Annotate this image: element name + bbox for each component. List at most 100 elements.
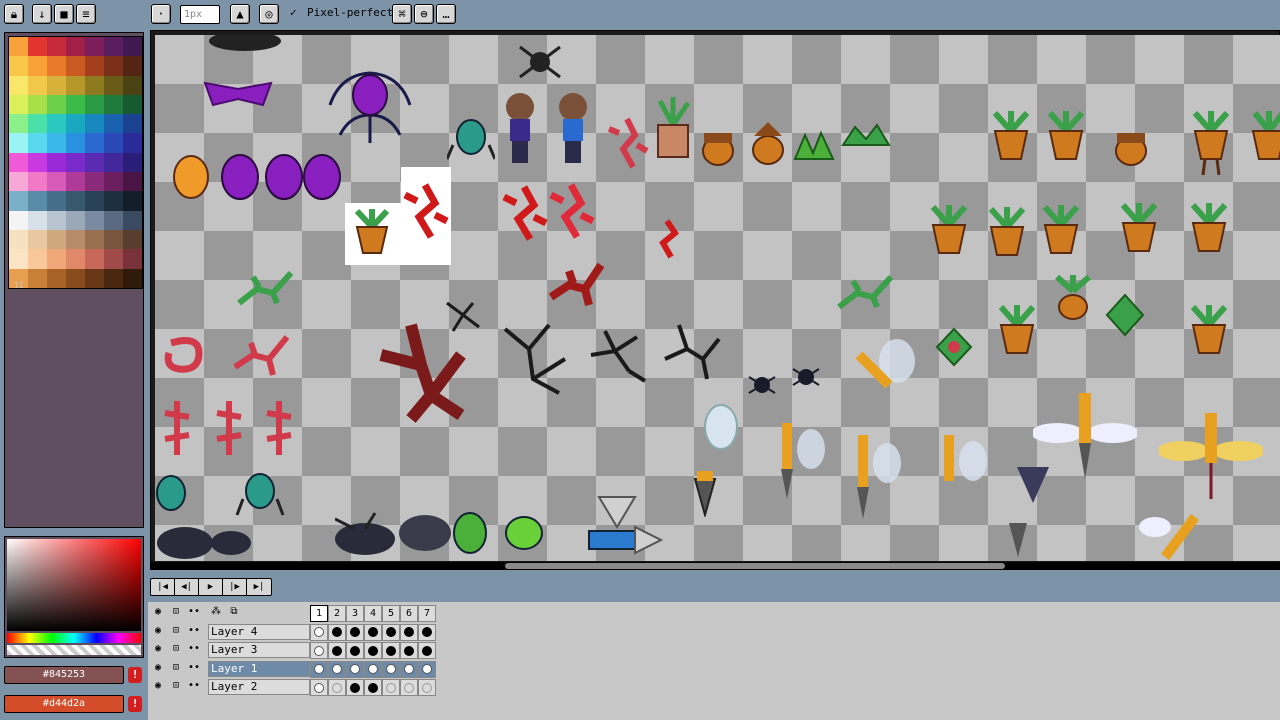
palette-swatch[interactable] (85, 37, 104, 57)
cel[interactable] (400, 642, 418, 659)
cel[interactable] (400, 623, 418, 641)
palette-swatch[interactable] (85, 249, 104, 269)
lock-icon[interactable]: ⊡ (168, 625, 184, 636)
palette-swatch[interactable] (47, 249, 66, 269)
layer-name[interactable]: Layer 3 (208, 642, 310, 658)
palette-swatch[interactable] (85, 114, 104, 134)
palette-swatch[interactable] (123, 37, 142, 57)
palette-swatch[interactable] (47, 56, 66, 76)
more-icon[interactable]: … (436, 4, 456, 24)
frame-number[interactable]: 3 (346, 605, 364, 622)
palette-swatch[interactable] (9, 229, 28, 250)
palette-swatch[interactable] (28, 133, 47, 153)
layer-row[interactable]: ◉ ⊡ •• Layer 3 (150, 641, 440, 660)
palette-swatch[interactable] (47, 210, 66, 230)
prev-frame-icon[interactable]: ◀| (175, 579, 199, 595)
palette-swatch[interactable] (47, 152, 66, 173)
palette-swatch[interactable] (9, 152, 28, 173)
palette-swatch[interactable] (28, 210, 47, 230)
palette-swatch[interactable] (47, 229, 66, 250)
palette-swatch[interactable] (47, 191, 66, 211)
palette-swatch[interactable] (85, 191, 104, 211)
palette-swatch[interactable] (66, 172, 85, 192)
secondary-color-swatch[interactable]: #d44d2a (4, 695, 124, 713)
palette-swatch[interactable] (9, 133, 28, 153)
cel[interactable] (328, 623, 346, 641)
link-icon[interactable]: •• (186, 643, 202, 654)
layer-name[interactable]: Layer 2 (208, 679, 310, 695)
eye-icon[interactable]: ◉ (150, 680, 166, 691)
frame-number[interactable]: 7 (418, 605, 436, 622)
first-frame-icon[interactable]: |◀ (151, 579, 175, 595)
palette-swatch[interactable] (47, 172, 66, 192)
cel[interactable] (346, 679, 364, 696)
layer-row[interactable]: ◉ ⊡ •• Layer 2 (150, 678, 440, 697)
palette-swatch[interactable] (85, 268, 104, 288)
cel[interactable] (382, 623, 400, 641)
palette-swatch[interactable] (47, 75, 66, 95)
palette-swatch[interactable] (66, 191, 85, 211)
brush-dot-icon[interactable]: · (151, 4, 171, 24)
palette-swatch[interactable] (28, 56, 47, 76)
palette-swatch[interactable] (28, 229, 47, 250)
palette-swatch[interactable] (66, 268, 85, 288)
lock-icon[interactable]: 🔒︎ (4, 4, 24, 24)
lock-icon[interactable]: ⊡ (168, 680, 184, 691)
palette-swatch[interactable] (85, 133, 104, 153)
cel[interactable] (400, 660, 418, 678)
lock-icon[interactable]: ⊡ (168, 606, 184, 617)
palette-resize-marker[interactable]: II (14, 281, 24, 290)
palette-grid[interactable] (8, 36, 143, 289)
palette-swatch[interactable] (47, 268, 66, 288)
layer-row[interactable]: ◉ ⊡ •• Layer 4 (150, 623, 440, 642)
eye-icon[interactable]: ◉ (150, 662, 166, 673)
layer-name[interactable]: Layer 1 (208, 660, 310, 677)
cel[interactable] (364, 642, 382, 659)
palette-swatch[interactable] (28, 114, 47, 134)
palette-swatch[interactable] (9, 114, 28, 134)
palette-swatch[interactable] (66, 210, 85, 230)
last-frame-icon[interactable]: ▶| (247, 579, 271, 595)
palette-swatch[interactable] (123, 94, 142, 115)
palette-swatch[interactable] (123, 191, 142, 211)
cel[interactable] (346, 623, 364, 641)
palette-swatch[interactable] (104, 37, 123, 57)
cel[interactable] (364, 623, 382, 641)
palette-swatch[interactable] (66, 229, 85, 250)
brush-size-input[interactable]: 1px (180, 5, 220, 24)
cel[interactable] (310, 623, 328, 641)
palette-swatch[interactable] (47, 133, 66, 153)
cel[interactable] (382, 642, 400, 659)
color-picker[interactable] (4, 536, 144, 658)
palette-swatch[interactable] (28, 94, 47, 115)
cel[interactable] (364, 660, 382, 678)
cel[interactable] (418, 660, 436, 678)
cel[interactable] (382, 679, 400, 696)
mirror-icon[interactable]: ⌘ (392, 4, 412, 24)
menu-icon[interactable]: ≡ (76, 4, 96, 24)
palette-swatch[interactable] (123, 172, 142, 192)
palette-swatch[interactable] (9, 210, 28, 230)
palette-swatch[interactable] (123, 249, 142, 269)
palette-swatch[interactable] (123, 268, 142, 288)
download-icon[interactable]: ↓ (32, 4, 52, 24)
play-icon[interactable]: ▶ (199, 579, 223, 595)
sprite-canvas[interactable] (155, 35, 1280, 561)
palette-swatch[interactable] (66, 56, 85, 76)
palette-swatch[interactable] (123, 210, 142, 230)
palette-swatch[interactable] (85, 56, 104, 76)
palette-swatch[interactable] (104, 56, 123, 76)
palette-swatch[interactable] (104, 114, 123, 134)
lock-icon[interactable]: ⊡ (168, 662, 184, 673)
pixel-perfect-checkbox[interactable]: ✓ (290, 6, 297, 19)
symmetry-icon[interactable]: ⊜ (414, 4, 434, 24)
palette-swatch[interactable] (9, 75, 28, 95)
cel[interactable] (328, 660, 346, 678)
palette-swatch[interactable] (47, 94, 66, 115)
palette-swatch[interactable] (104, 229, 123, 250)
frame-number[interactable]: 1 (310, 605, 328, 622)
palette-swatch[interactable] (28, 268, 47, 288)
group-icon[interactable]: ⁂ (208, 606, 224, 617)
palette-swatch[interactable] (28, 152, 47, 173)
cel[interactable] (400, 679, 418, 696)
